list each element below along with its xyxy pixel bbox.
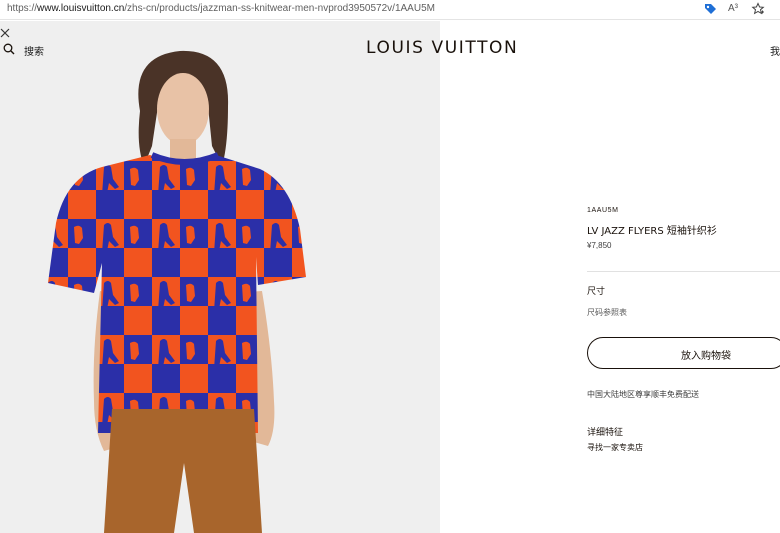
add-to-cart-button[interactable]: 放入购物袋 [587,337,780,369]
tag-icon[interactable] [703,2,717,16]
url-prefix: https:// [7,3,38,14]
details-link[interactable]: 详细特征 [587,425,623,438]
model-illustration [48,50,306,533]
divider [587,271,780,272]
account-link[interactable]: 我 [770,43,780,58]
product-hero-image [0,21,440,533]
url-field[interactable]: https://www.louisvuitton.cn/zhs-cn/produ… [7,3,435,14]
url-host: www.louisvuitton.cn [37,3,125,14]
favorite-icon[interactable] [751,2,765,16]
product-price: ¥7,850 [587,241,612,250]
search-icon[interactable] [3,43,15,55]
url-path: /zhs-cn/products/jazzman-ss-knitwear-men… [124,3,435,14]
read-aloud-icon[interactable]: A³ [728,2,742,16]
search-label[interactable]: 搜索 [24,43,44,58]
product-page: 搜索 LOUIS VUITTON 我 1AAU5M LV JAZZ FLYERS… [0,21,780,533]
close-icon[interactable] [0,28,10,38]
shipping-note: 中国大陆地区尊享顺丰免费配送 [587,390,699,399]
brand-logo[interactable]: LOUIS VUITTON [366,38,518,58]
size-label: 尺寸 [587,287,606,297]
find-store-link[interactable]: 寻找一家专卖店 [587,442,643,453]
add-to-cart-label: 放入购物袋 [681,351,731,362]
product-title: LV JAZZ FLYERS 短袖针织衫 [587,226,717,237]
size-guide-link[interactable]: 尺码参照表 [587,307,627,318]
browser-address-bar: https://www.louisvuitton.cn/zhs-cn/produ… [0,0,780,20]
product-sku: 1AAU5M [587,207,619,214]
